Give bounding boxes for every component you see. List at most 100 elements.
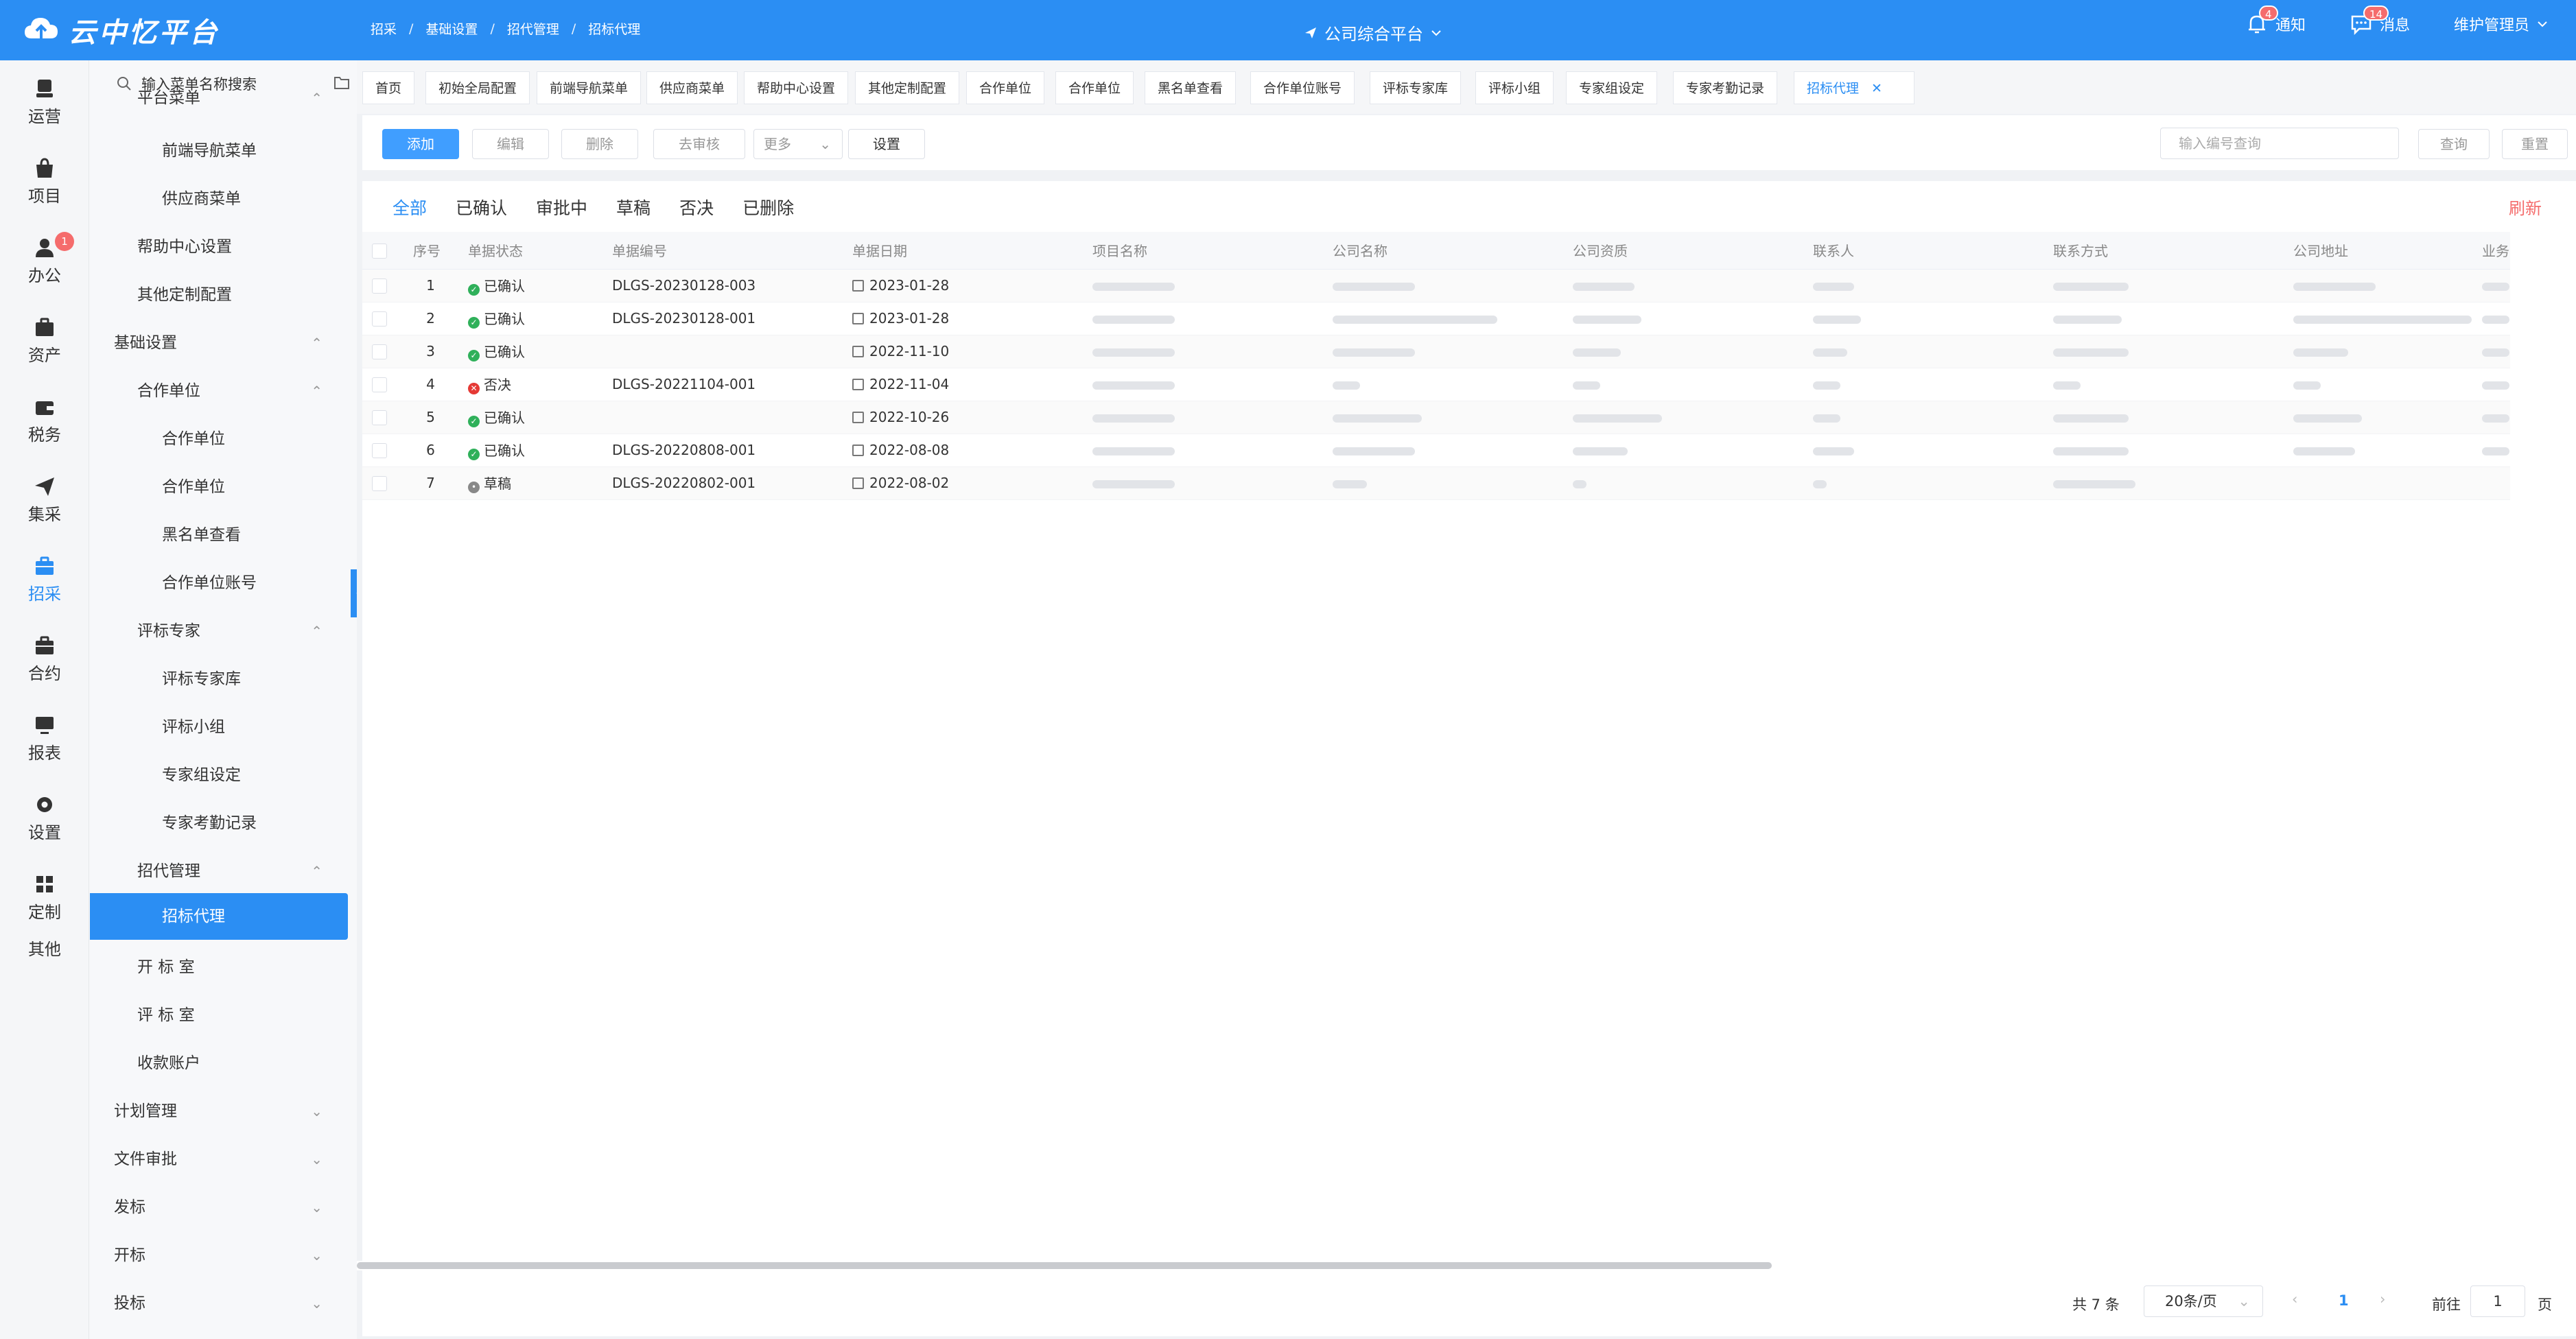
tab[interactable]: 评标专家库	[1370, 71, 1462, 104]
row-checkbox[interactable]	[372, 476, 387, 492]
row-select-cell[interactable]	[362, 401, 403, 434]
status-tab-approving[interactable]: 审批中	[536, 195, 587, 220]
message-button[interactable]: 14 消息	[2350, 5, 2410, 36]
row-code[interactable]: DLGS-20230128-003	[602, 269, 843, 303]
tab[interactable]: 专家考勤记录	[1673, 71, 1778, 104]
scrollbar-thumb[interactable]	[357, 1262, 1772, 1269]
menu-item[interactable]: 其他定制配置	[89, 272, 349, 318]
tab-bid-agent[interactable]: 招标代理 ✕	[1794, 71, 1915, 104]
menu-item[interactable]: 开 标 室	[89, 944, 349, 991]
status-tab-deleted[interactable]: 已删除	[742, 195, 794, 220]
tab[interactable]: 前端导航菜单	[537, 71, 642, 104]
settings-button[interactable]: 设置	[848, 129, 925, 159]
rail-item-settings[interactable]: 设置	[0, 793, 89, 843]
menu-item[interactable]: 合作单位	[89, 416, 349, 462]
tab[interactable]: 合作单位账号	[1250, 71, 1355, 104]
menu-group[interactable]: 发标 ⌄	[89, 1184, 349, 1231]
rail-item-tax[interactable]: 税务	[0, 395, 89, 445]
menu-item[interactable]: 合作单位	[89, 464, 349, 510]
refresh-button[interactable]: 刷新	[2509, 195, 2542, 219]
tab[interactable]: 合作单位	[1055, 71, 1134, 104]
row-select-cell[interactable]	[362, 269, 403, 303]
breadcrumb-item[interactable]: 基础设置	[425, 19, 478, 38]
row-checkbox[interactable]	[372, 344, 387, 360]
table-row[interactable]: 5 ✓ 已确认 2022-10-26	[362, 401, 2510, 434]
goto-page-input[interactable]: 1	[2470, 1285, 2525, 1317]
tab-home[interactable]: 首页	[362, 71, 415, 104]
row-select-cell[interactable]	[362, 466, 403, 500]
row-select-cell[interactable]	[362, 368, 403, 401]
horizontal-scrollbar[interactable]	[357, 1261, 2576, 1270]
menu-group-agency[interactable]: 招代管理 ⌃	[89, 848, 349, 894]
tab[interactable]: 黑名单查看	[1145, 71, 1237, 104]
menu-item[interactable]: 黑名单查看	[89, 512, 349, 558]
notify-button[interactable]: 4 通知	[2245, 5, 2306, 36]
row-code[interactable]: DLGS-20220808-001	[602, 434, 843, 467]
delete-button[interactable]: 删除	[561, 129, 638, 159]
select-all-checkbox[interactable]	[372, 244, 387, 259]
breadcrumb-item[interactable]: 招采	[371, 19, 397, 38]
row-checkbox[interactable]	[372, 410, 387, 426]
select-all-cell[interactable]	[362, 232, 403, 270]
prev-page-icon[interactable]: ‹	[2292, 1291, 2297, 1307]
unreview-button[interactable]: 去审核	[653, 129, 745, 159]
menu-item[interactable]: 专家考勤记录	[89, 800, 349, 846]
row-select-cell[interactable]	[362, 434, 403, 467]
menu-group-expert[interactable]: 评标专家 ⌃	[89, 608, 349, 654]
breadcrumb-item[interactable]: 招代管理	[507, 19, 559, 38]
query-button[interactable]: 查询	[2418, 129, 2490, 159]
status-tab-confirmed[interactable]: 已确认	[456, 195, 507, 220]
menu-group[interactable]: 开标 ⌄	[89, 1232, 349, 1279]
tab[interactable]: 评标小组	[1475, 71, 1554, 104]
menu-item[interactable]: 帮助中心设置	[89, 224, 349, 270]
app-logo[interactable]: 云中忆平台	[22, 11, 220, 49]
menu-group-partner[interactable]: 合作单位 ⌃	[89, 368, 349, 414]
status-tab-draft[interactable]: 草稿	[616, 195, 651, 220]
row-code[interactable]: DLGS-20220802-001	[602, 466, 843, 500]
platform-switcher[interactable]: 公司综合平台	[1304, 21, 1442, 45]
current-page[interactable]: 1	[2339, 1292, 2349, 1309]
menu-group[interactable]: 投标 ⌄	[89, 1280, 349, 1327]
rail-item-procure[interactable]: 集采	[0, 475, 89, 525]
row-code[interactable]: DLGS-20230128-001	[602, 302, 843, 335]
row-checkbox[interactable]	[372, 279, 387, 294]
menu-item[interactable]: 前端导航菜单	[89, 128, 349, 174]
tab[interactable]: 初始全局配置	[425, 71, 530, 104]
rail-item-project[interactable]: 项目	[0, 156, 89, 206]
more-dropdown[interactable]: 更多 ⌄	[753, 129, 843, 159]
menu-item[interactable]: 供应商菜单	[89, 176, 349, 222]
table-row[interactable]: 3 ✓ 已确认 2022-11-10	[362, 335, 2510, 368]
menu-item[interactable]: 收款账户	[89, 1040, 349, 1087]
tab[interactable]: 专家组设定	[1566, 71, 1658, 104]
menu-item[interactable]: 平台菜单 ⌃	[89, 88, 349, 108]
rail-item-ops[interactable]: 运营	[0, 77, 89, 127]
status-tab-all[interactable]: 全部	[393, 195, 427, 220]
table-row[interactable]: 1 ✓ 已确认 DLGS-20230128-003 2023-01-28	[362, 269, 2510, 303]
rail-item-contract[interactable]: 合约	[0, 634, 89, 684]
rail-item-custom[interactable]: 定制	[0, 873, 89, 923]
rail-item-other[interactable]: 其他	[0, 936, 89, 960]
row-checkbox[interactable]	[372, 377, 387, 393]
code-query-input[interactable]: 输入编号查询	[2160, 128, 2399, 159]
rail-item-assets[interactable]: 资产	[0, 316, 89, 366]
tab[interactable]: 供应商菜单	[646, 71, 738, 104]
menu-item[interactable]: 合作单位账号	[89, 560, 349, 606]
rail-item-report[interactable]: 报表	[0, 713, 89, 763]
rail-item-bidding[interactable]: 招采	[0, 554, 89, 604]
next-page-icon[interactable]: ›	[2380, 1291, 2385, 1307]
menu-item-bid-agent[interactable]: 招标代理	[90, 893, 348, 940]
add-button[interactable]: 添加	[382, 129, 459, 159]
close-icon[interactable]: ✕	[1871, 81, 1882, 96]
row-code[interactable]: DLGS-20221104-001	[602, 368, 843, 401]
row-select-cell[interactable]	[362, 335, 403, 368]
row-code[interactable]	[602, 335, 843, 368]
menu-group[interactable]: 计划管理 ⌄	[89, 1088, 349, 1135]
edit-button[interactable]: 编辑	[472, 129, 549, 159]
row-select-cell[interactable]	[362, 302, 403, 335]
reset-button[interactable]: 重置	[2502, 129, 2568, 159]
menu-item[interactable]: 专家组设定	[89, 752, 349, 798]
menu-item[interactable]: 评标专家库	[89, 656, 349, 702]
table-row[interactable]: 2 ✓ 已确认 DLGS-20230128-001 2023-01-28	[362, 302, 2510, 335]
status-tab-rejected[interactable]: 否决	[679, 195, 714, 220]
tab[interactable]: 合作单位	[966, 71, 1045, 104]
